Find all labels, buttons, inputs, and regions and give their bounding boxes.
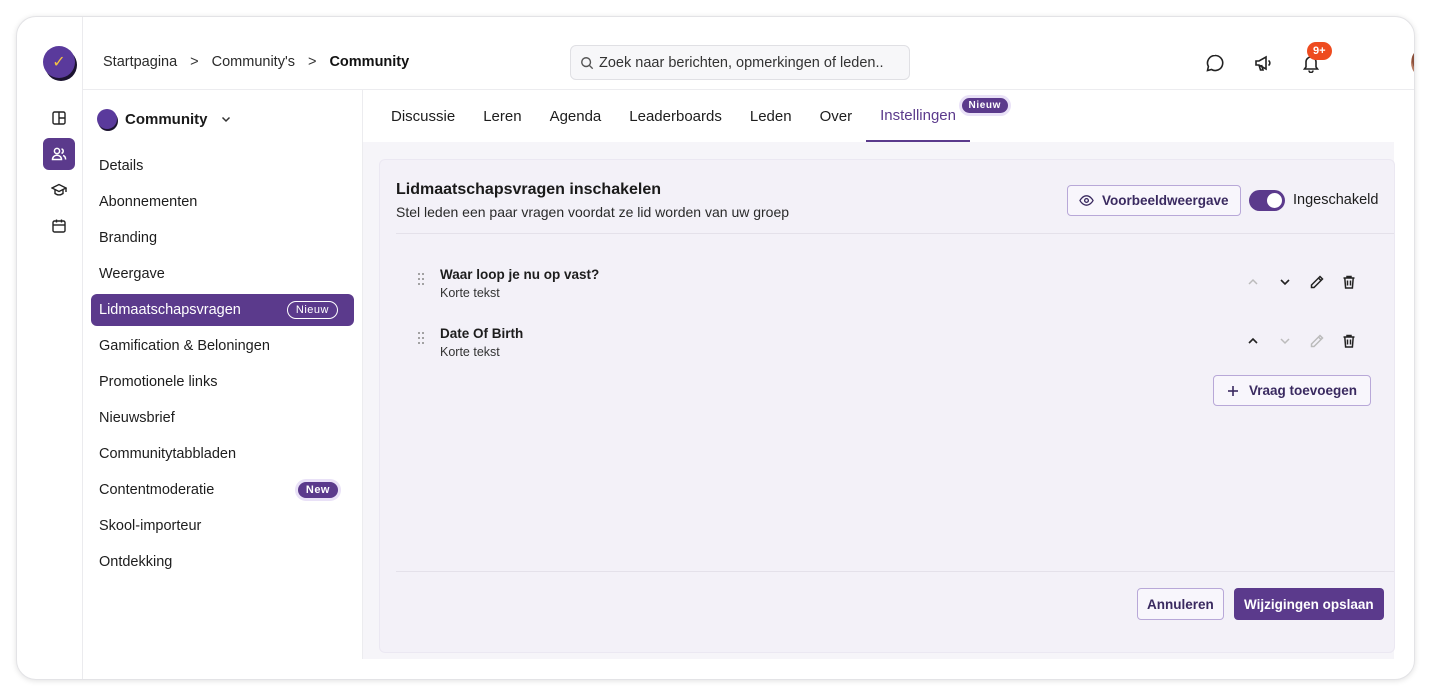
tab-leden[interactable]: Leden [736,90,806,142]
calendar-icon[interactable] [43,210,75,242]
breadcrumb-current: Community [329,54,410,70]
breadcrumb-home[interactable]: Startpagina [103,54,177,70]
tab-agenda[interactable]: Agenda [536,90,616,142]
eye-icon [1079,195,1094,206]
pencil-icon[interactable] [1306,271,1328,293]
community-tabs: Discussie Leren Agenda Leaderboards Lede… [363,90,1394,142]
add-question-button[interactable]: Vraag toevoegen [1213,375,1372,406]
breadcrumb-communities[interactable]: Community's [212,54,295,70]
breadcrumb-separator: > [307,54,317,70]
community-switcher[interactable]: Community [97,109,232,129]
plus-icon [1228,385,1238,396]
membership-questions-panel: Lidmaatschapsvragen inschakelen Stel led… [379,159,1395,653]
drag-handle-icon[interactable] [416,272,426,286]
sidebar-item-contentmoderatie[interactable]: Contentmoderatie New [91,474,354,506]
graduation-cap-icon[interactable] [43,174,75,206]
sidebar-item-weergave[interactable]: Weergave [91,258,354,290]
new-badge: Nieuw [286,301,338,319]
sidebar-item-lidmaatschapsvragen[interactable]: Lidmaatschapsvragen Nieuw [91,294,354,326]
community-logo [97,109,117,129]
sidebar-item-communitytabbladen[interactable]: Communitytabbladen [91,438,354,470]
panel-subtitle: Stel leden een paar vragen voordat ze li… [396,204,790,220]
add-question-label: Vraag toevoegen [1249,383,1358,398]
sidebar-item-label: Gamification & Beloningen [99,338,270,354]
users-icon[interactable] [43,138,75,170]
trash-icon[interactable] [1338,330,1360,352]
chevron-down-icon [221,116,230,123]
notification-count-badge: 9+ [1307,42,1332,60]
question-title: Waar loop je nu op vast? [440,267,600,282]
avatar[interactable] [1411,46,1414,79]
app-window: ✓ Startpagina > Community's > Community [16,16,1415,680]
sidebar-item-details[interactable]: Details [91,150,354,182]
tab-discussie[interactable]: Discussie [377,90,469,142]
breadcrumb: Startpagina > Community's > Community [103,54,409,70]
new-badge: Nieuw [961,98,1008,113]
sidebar-item-label: Branding [99,230,158,246]
sidebar-item-label: Communitytabbladen [99,446,237,462]
sidebar-item-branding[interactable]: Branding [91,222,354,254]
divider [396,233,1394,234]
enabled-toggle[interactable] [1249,190,1285,211]
chevron-up-icon[interactable] [1242,330,1264,352]
chevron-up-icon[interactable] [1242,271,1264,293]
save-button[interactable]: Wijzigingen opslaan [1234,588,1384,620]
sidebar-item-label: Skool-importeur [99,518,202,534]
sidebar-item-abonnementen[interactable]: Abonnementen [91,186,354,218]
question-type: Korte tekst [440,286,500,300]
sidebar-item-ontdekking[interactable]: Ontdekking [91,546,354,578]
settings-sidebar: Community Details Abonnementen Branding … [83,90,363,659]
cancel-button[interactable]: Annuleren [1137,588,1224,620]
chat-icon[interactable] [1203,51,1227,75]
tab-over[interactable]: Over [806,90,867,142]
question-row: Date Of Birth Korte tekst [396,322,1366,368]
sidebar-item-label: Contentmoderatie [99,482,215,498]
preview-button[interactable]: Voorbeeldweergave [1067,185,1241,216]
chevron-down-icon[interactable] [1274,330,1296,352]
panel-title: Lidmaatschapsvragen inschakelen [396,181,661,198]
preview-label: Voorbeeldweergave [1102,193,1229,208]
breadcrumb-separator: > [190,54,199,70]
sidebar-item-promotionele-links[interactable]: Promotionele links [91,366,354,398]
sidebar-item-skool-importeur[interactable]: Skool-importeur [91,510,354,542]
sidebar-item-nieuwsbrief[interactable]: Nieuwsbrief [91,402,354,434]
question-row: Waar loop je nu op vast? Korte tekst [396,263,1366,309]
trash-icon[interactable] [1338,271,1360,293]
search-input[interactable] [599,54,899,71]
settings-menu: Details Abonnementen Branding Weergave L… [91,150,354,582]
question-title: Date Of Birth [440,326,524,341]
divider [396,571,1394,572]
tab-leaderboards[interactable]: Leaderboards [615,90,736,142]
search-box[interactable] [570,45,910,80]
sidebar-item-label: Ontdekking [99,554,173,570]
left-rail: ✓ [17,17,83,679]
tab-label: Instellingen [880,106,956,124]
tab-leren[interactable]: Leren [469,90,535,142]
top-bar: Startpagina > Community's > Community 9+ [83,17,1414,90]
layout-icon[interactable] [43,102,75,134]
question-type: Korte tekst [440,345,500,359]
toggle-label: Ingeschakeld [1293,192,1379,208]
sidebar-item-label: Promotionele links [99,374,218,390]
search-icon [581,56,594,69]
chevron-down-icon[interactable] [1274,271,1296,293]
sidebar-item-label: Abonnementen [99,194,198,210]
app-logo[interactable]: ✓ [43,46,75,78]
sidebar-item-label: Nieuwsbrief [99,410,175,426]
tab-instellingen[interactable]: Instellingen Nieuw [866,90,1008,142]
drag-handle-icon[interactable] [416,331,426,345]
new-badge: New [297,482,338,498]
sidebar-item-label: Lidmaatschapsvragen [99,302,241,318]
sidebar-item-label: Details [99,158,144,174]
sidebar-item-gamification[interactable]: Gamification & Beloningen [91,330,354,362]
pencil-icon[interactable] [1306,330,1328,352]
sidebar-item-label: Weergave [99,266,165,282]
megaphone-icon[interactable] [1251,51,1275,75]
community-name: Community [125,110,208,128]
